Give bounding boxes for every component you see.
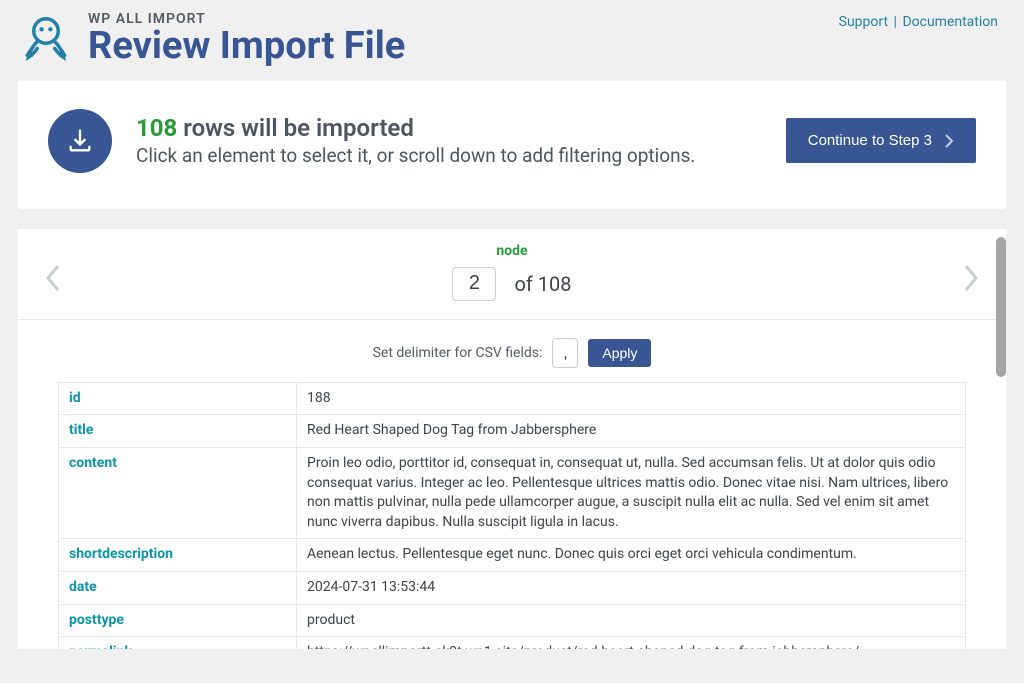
prev-record-button[interactable] <box>44 263 62 297</box>
delimiter-input[interactable] <box>552 338 578 368</box>
field-value[interactable]: 2024-07-31 13:53:44 <box>297 572 966 605</box>
table-row[interactable]: date2024-07-31 13:53:44 <box>59 572 966 605</box>
field-value[interactable]: https://wpallimportt-ek9t.wp1.site/produ… <box>297 637 966 649</box>
data-preview-panel: node of 108 Set delimiter for CSV fields… <box>18 229 1006 649</box>
row-count: 108 <box>136 114 177 142</box>
page-title: Review Import File <box>88 27 405 67</box>
continue-button[interactable]: Continue to Step 3 <box>786 118 976 163</box>
link-separator: | <box>892 14 899 30</box>
record-data-table: id188titleRed Heart Shaped Dog Tag from … <box>58 382 966 649</box>
table-row[interactable]: contentProin leo odio, porttitor id, con… <box>59 448 966 539</box>
delimiter-label: Set delimiter for CSV fields: <box>373 345 543 361</box>
octopus-logo-icon <box>18 10 74 66</box>
import-circle-icon <box>48 109 112 173</box>
field-key[interactable]: content <box>59 448 297 539</box>
field-key[interactable]: posttype <box>59 604 297 637</box>
node-label: node <box>18 229 1006 259</box>
table-row[interactable]: titleRed Heart Shaped Dog Tag from Jabbe… <box>59 415 966 448</box>
documentation-link[interactable]: Documentation <box>902 14 998 30</box>
field-value[interactable]: Red Heart Shaped Dog Tag from Jabbersphe… <box>297 415 966 448</box>
field-value[interactable]: Aenean lectus. Pellentesque eget nunc. D… <box>297 539 966 572</box>
field-key[interactable]: shortdescription <box>59 539 297 572</box>
support-link[interactable]: Support <box>839 14 888 30</box>
continue-button-label: Continue to Step 3 <box>808 132 932 149</box>
row-count-suffix: rows will be imported <box>177 114 414 142</box>
table-row[interactable]: shortdescriptionAenean lectus. Pellentes… <box>59 539 966 572</box>
record-pager: of 108 <box>18 259 1006 319</box>
table-row[interactable]: posttypeproduct <box>59 604 966 637</box>
field-value[interactable]: Proin leo odio, porttitor id, consequat … <box>297 448 966 539</box>
summary-heading: 108 rows will be imported <box>136 114 695 142</box>
next-record-button[interactable] <box>962 263 980 297</box>
summary-subtitle: Click an element to select it, or scroll… <box>136 144 695 167</box>
record-number-input[interactable] <box>452 267 496 301</box>
field-key[interactable]: permalink <box>59 637 297 649</box>
field-value[interactable]: 188 <box>297 382 966 415</box>
apply-button[interactable]: Apply <box>588 339 651 367</box>
field-key[interactable]: id <box>59 382 297 415</box>
table-row[interactable]: permalinkhttps://wpallimportt-ek9t.wp1.s… <box>59 637 966 649</box>
field-key[interactable]: title <box>59 415 297 448</box>
summary-card: 108 rows will be imported Click an eleme… <box>18 81 1006 209</box>
field-key[interactable]: date <box>59 572 297 605</box>
table-row[interactable]: id188 <box>59 382 966 415</box>
field-value[interactable]: product <box>297 604 966 637</box>
chevron-right-icon <box>944 133 954 149</box>
pager-of-label: of 108 <box>514 272 571 296</box>
